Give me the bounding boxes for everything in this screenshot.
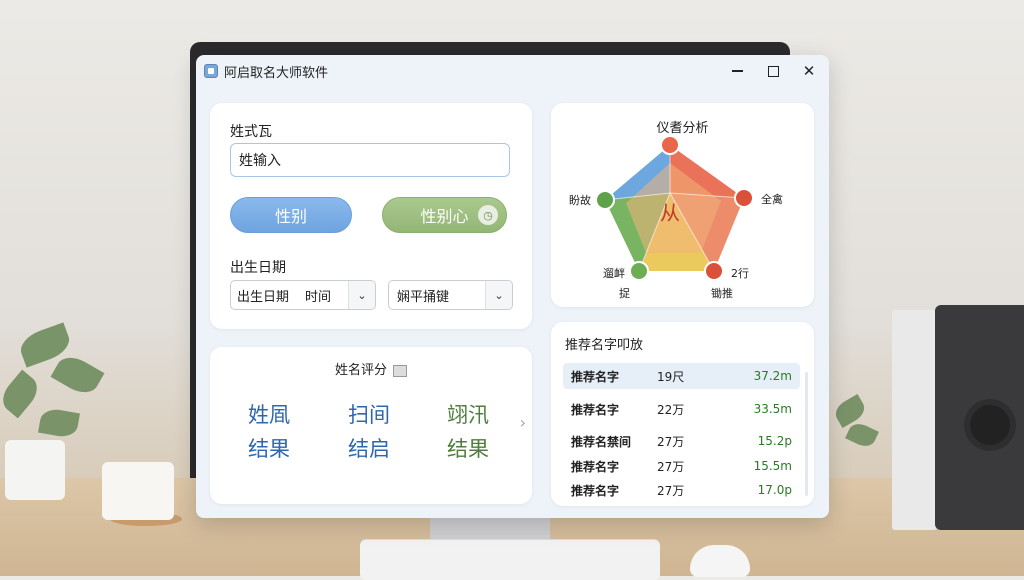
- rec-count: 19尺: [657, 369, 685, 384]
- score-panel: 姓名评分 姓凮 扫间 翊汛 结果 结启 结果 ›: [210, 347, 532, 504]
- list-item[interactable]: 推荐名字 19尺 37.2m: [563, 363, 800, 389]
- score-item[interactable]: 结启: [348, 433, 390, 463]
- rec-name: 推荐名字: [571, 402, 620, 417]
- clock-icon: ◷: [478, 205, 498, 225]
- rec-value: 15.5m: [753, 459, 792, 473]
- background-cup: [102, 462, 174, 520]
- radar-label-bottom-right-top: 2行: [731, 267, 749, 280]
- maximize-button[interactable]: [759, 59, 787, 83]
- score-item[interactable]: 姓凮: [248, 399, 290, 429]
- rec-name: 推荐名禁间: [571, 434, 632, 449]
- plant-leaf: [831, 393, 869, 429]
- radar-center-char: 从: [660, 201, 680, 225]
- plant-leaf: [0, 369, 44, 419]
- radar-label-bottom-left: 捉: [619, 287, 630, 300]
- radar-label-bottom-left-top: 遛衅: [603, 267, 625, 280]
- radar-node-bottom-right: [704, 261, 724, 281]
- score-title: 姓名评分: [210, 359, 532, 378]
- radar-label-bottom-right: 锄推: [711, 287, 733, 300]
- radar-panel: 仪耆分析 从 盼故 全禽 遛衅 捉 2行 锄推: [551, 103, 814, 307]
- plant-leaf: [50, 350, 105, 400]
- rec-name: 推荐名字: [571, 369, 620, 384]
- rec-count: 27万: [657, 459, 685, 474]
- rec-count: 22万: [657, 402, 685, 417]
- gender-female-button[interactable]: 性别心 ◷: [382, 197, 507, 233]
- score-item[interactable]: 翊汛: [447, 399, 489, 429]
- scrollbar[interactable]: [805, 372, 808, 496]
- background-keyboard: [360, 540, 660, 580]
- speaker-cone: [970, 405, 1010, 445]
- rec-value: 17.0p: [757, 483, 792, 497]
- background-plant-pot: [5, 440, 65, 500]
- background-mouse: [690, 545, 750, 577]
- surname-input[interactable]: [230, 143, 510, 177]
- rec-count: 27万: [657, 434, 685, 449]
- chevron-down-icon: ⌄: [485, 281, 512, 309]
- birth-hour-select[interactable]: 娴平捅键 ⌄: [388, 280, 513, 310]
- app-window: 阿启取名大师软件 ✕ 姓式瓦 性别 性别心 ◷ 出生日期 出生日期 时间 ⌄ 娴…: [196, 55, 829, 518]
- birth-date-label: 出生日期: [230, 260, 286, 276]
- gender-female-label: 性别心: [420, 207, 469, 226]
- score-item[interactable]: 扫间: [348, 399, 390, 429]
- rec-value: 37.2m: [753, 369, 792, 383]
- app-icon: [204, 64, 218, 78]
- window-title: 阿启取名大师软件: [224, 65, 329, 81]
- time-select-value: 时间: [305, 289, 332, 305]
- hour-select-value: 娴平捅键: [397, 289, 450, 305]
- rec-count: 27万: [657, 483, 685, 498]
- radar-label-left: 盼故: [569, 194, 591, 207]
- rec-value: 15.2p: [757, 434, 792, 448]
- plant-leaf: [845, 420, 879, 450]
- chevron-down-icon: ⌄: [348, 281, 375, 309]
- rec-name: 推荐名字: [571, 459, 620, 474]
- window-icon: [393, 364, 407, 377]
- surname-label: 姓式瓦: [230, 124, 272, 140]
- background-speaker: [935, 305, 1024, 530]
- minimize-icon: [731, 70, 743, 72]
- plant-leaf: [38, 406, 80, 440]
- radar-node-left: [595, 190, 615, 210]
- rec-name: 推荐名字: [571, 483, 620, 498]
- list-item[interactable]: 推荐名字 27万 15.5m: [563, 453, 800, 479]
- minimize-button[interactable]: [723, 59, 751, 83]
- recommend-panel: 推荐名字叩放 推荐名字 19尺 37.2m 推荐名字 22万 33.5m 推荐名…: [551, 322, 814, 506]
- score-title-text: 姓名评分: [334, 363, 387, 378]
- chevron-right-icon[interactable]: ›: [520, 413, 526, 432]
- recommend-title: 推荐名字叩放: [565, 338, 644, 353]
- radar-node-right: [734, 188, 754, 208]
- maximize-icon: [767, 65, 779, 77]
- input-panel: 姓式瓦 性别 性别心 ◷ 出生日期 出生日期 时间 ⌄ 娴平捅键 ⌄: [210, 103, 532, 329]
- radar-node-top: [660, 135, 680, 155]
- score-item[interactable]: 结果: [447, 433, 489, 463]
- title-bar[interactable]: 阿启取名大师软件 ✕: [196, 55, 829, 87]
- list-item[interactable]: 推荐名字 27万 17.0p: [563, 477, 800, 503]
- rec-value: 33.5m: [753, 402, 792, 416]
- list-item[interactable]: 推荐名字 22万 33.5m: [563, 396, 800, 422]
- close-icon: ✕: [802, 62, 816, 80]
- gender-male-button[interactable]: 性别: [230, 197, 352, 233]
- score-item[interactable]: 结果: [248, 433, 290, 463]
- birth-date-select[interactable]: 出生日期 时间 ⌄: [230, 280, 376, 310]
- date-select-value: 出生日期: [237, 289, 290, 305]
- list-item[interactable]: 推荐名禁间 27万 15.2p: [563, 428, 800, 454]
- close-button[interactable]: ✕: [795, 59, 823, 83]
- background-book: [892, 310, 937, 530]
- radar-label-right: 全禽: [761, 193, 783, 206]
- radar-node-bottom-left: [629, 261, 649, 281]
